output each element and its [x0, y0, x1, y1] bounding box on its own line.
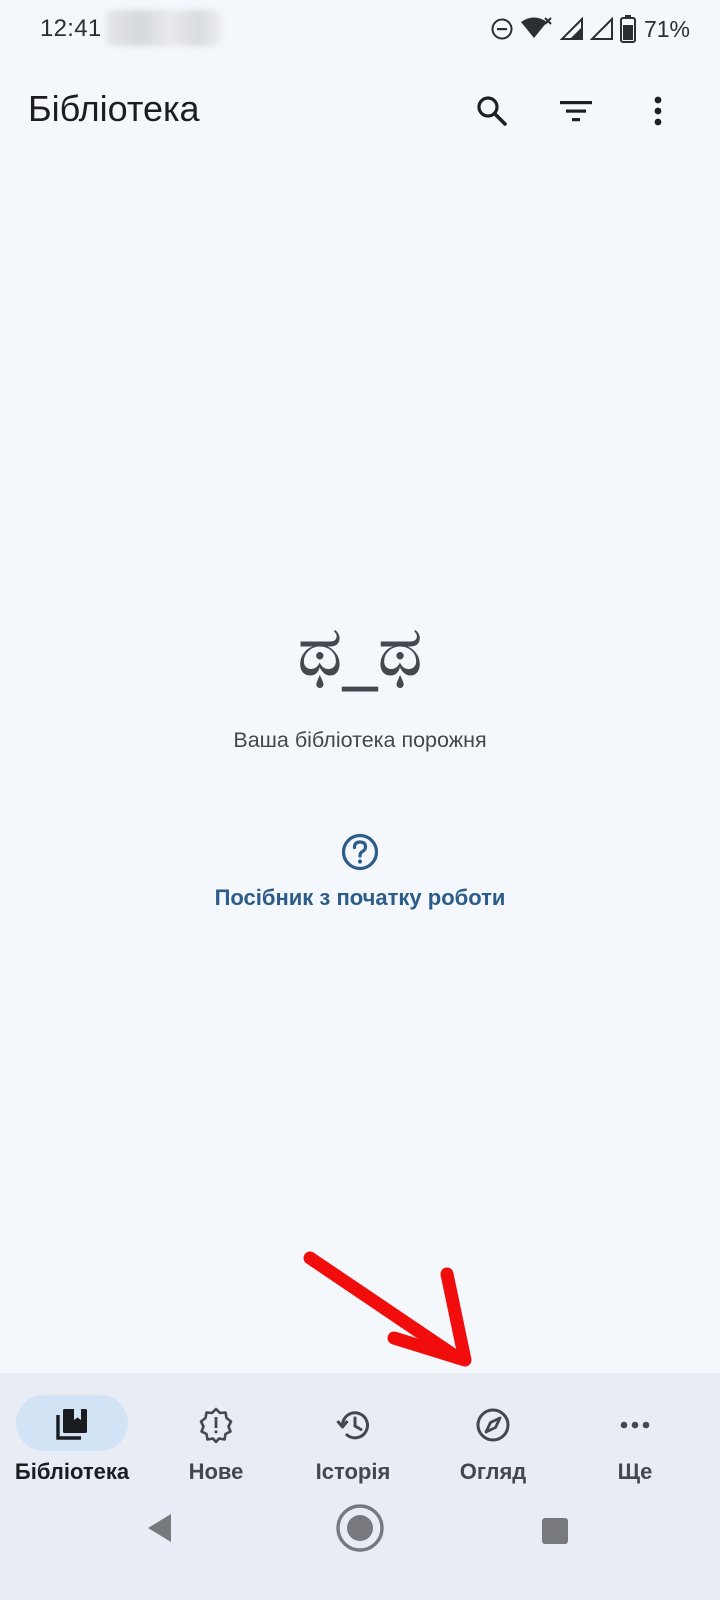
help-circle-icon: [341, 833, 379, 871]
empty-message: Ваша бібліотека порожня: [233, 728, 487, 752]
nav-label: Огляд: [459, 1459, 527, 1484]
status-icons: 71%: [490, 12, 690, 46]
new-updates-icon: [199, 1407, 233, 1443]
back-button[interactable]: [138, 1506, 182, 1550]
nav-label: Нове: [188, 1459, 244, 1484]
search-icon: [477, 96, 507, 126]
nav-label: Ще: [617, 1459, 653, 1484]
nav-item-library[interactable]: Бібліотека: [0, 1373, 144, 1484]
signal-icon: [589, 17, 613, 40]
more-options-button[interactable]: [632, 85, 684, 137]
signal-icon: [559, 17, 583, 40]
page-title: Бібліотека: [28, 88, 200, 129]
empty-face-emoticon: ಥ_ಥ: [297, 610, 423, 692]
nav-item-more[interactable]: Ще: [563, 1373, 707, 1484]
nav-item-history[interactable]: Історія: [281, 1373, 425, 1484]
wifi-no-internet-icon: [520, 17, 552, 38]
nav-item-new[interactable]: Нове: [144, 1373, 288, 1484]
filter-icon: [560, 101, 592, 122]
battery-icon: [619, 15, 636, 43]
nav-item-browse[interactable]: Огляд: [421, 1373, 565, 1484]
getting-started-guide-link[interactable]: Посібник з початку роботи: [180, 832, 540, 912]
recents-button[interactable]: [532, 1508, 578, 1554]
system-navigation-bar: [0, 1484, 720, 1600]
back-icon: [148, 1514, 171, 1542]
home-button[interactable]: [334, 1502, 386, 1554]
do-not-disturb-icon: [491, 18, 513, 40]
nav-label: Бібліотека: [14, 1459, 130, 1484]
empty-state: ಥ_ಥ Ваша бібліотека порожня: [0, 596, 720, 753]
filter-button[interactable]: [550, 85, 602, 137]
status-bar: 12:41 71%: [0, 0, 720, 58]
more-horiz-icon: [620, 1421, 650, 1429]
search-button[interactable]: [466, 85, 518, 137]
library-icon: [56, 1409, 87, 1440]
getting-started-guide-label: Посібник з початку роботи: [214, 885, 506, 910]
recents-icon: [542, 1518, 568, 1544]
blurred-notification-icons: [106, 10, 222, 46]
app-bar: Бібліотека: [0, 68, 720, 154]
explore-icon: [476, 1408, 510, 1442]
home-icon: [336, 1504, 384, 1552]
bottom-navigation: Бібліотека Нове Історія Огляд Ще: [0, 1373, 720, 1484]
nav-label: Історія: [315, 1459, 391, 1484]
history-icon: [336, 1411, 369, 1440]
battery-percent: 71%: [643, 15, 690, 42]
status-time: 12:41: [40, 15, 102, 42]
more-vert-icon: [654, 96, 662, 126]
